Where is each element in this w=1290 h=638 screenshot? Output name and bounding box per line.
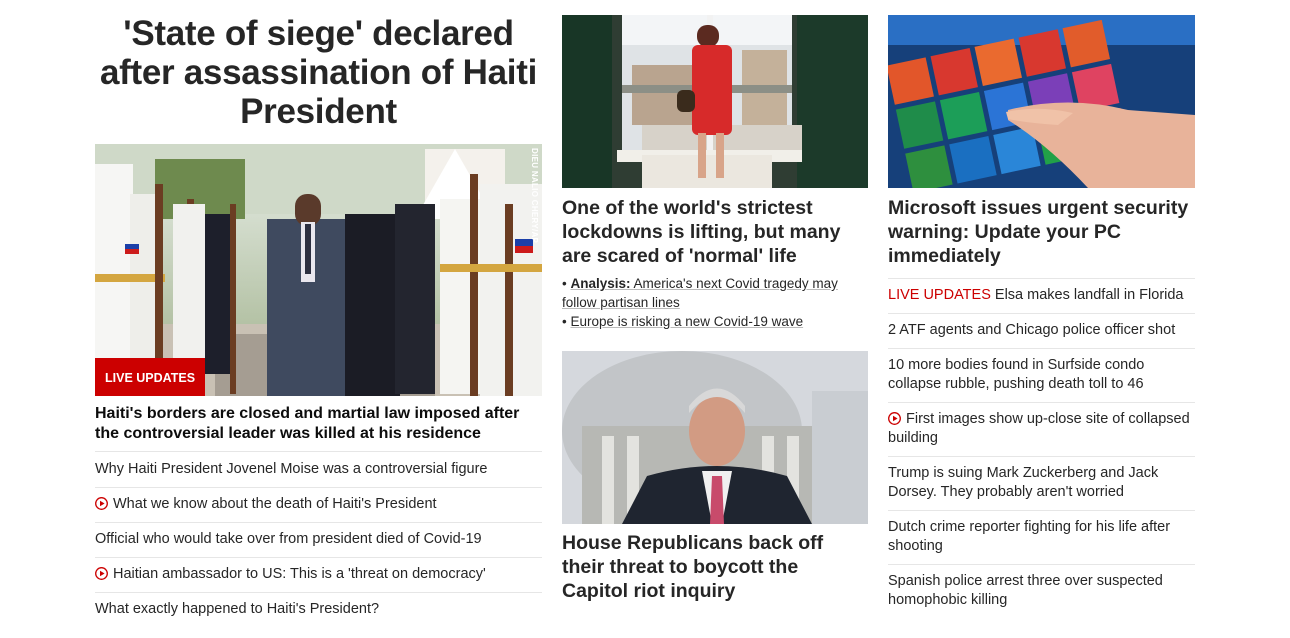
headlines-list: LIVE UPDATES Elsa makes landfall in Flor… <box>888 278 1195 618</box>
related-link[interactable]: Why Haiti President Jovenel Moise was a … <box>95 461 487 477</box>
list-item: Haitian ambassador to US: This is a 'thr… <box>95 557 542 592</box>
capitol-photo[interactable] <box>562 351 868 524</box>
play-icon <box>888 412 901 425</box>
right-column: Microsoft issues urgent security warning… <box>888 0 1195 618</box>
list-item: LIVE UPDATES Elsa makes landfall in Flor… <box>888 278 1195 313</box>
lockdown-sub-links: • Analysis: America's next Covid tragedy… <box>562 274 868 331</box>
headline-link[interactable]: 2 ATF agents and Chicago police officer … <box>888 322 1175 338</box>
headline-link[interactable]: First images show up-close site of colla… <box>888 411 1190 446</box>
capitol-photo-graphic <box>562 351 868 524</box>
microsoft-photo[interactable] <box>888 15 1195 188</box>
lockdown-photo[interactable] <box>562 15 868 188</box>
related-stories-list: Why Haiti President Jovenel Moise was a … <box>95 451 542 627</box>
main-story-column: 'State of siege' declared after assassin… <box>95 0 542 627</box>
analysis-link[interactable]: Analysis: America's next Covid tragedy m… <box>562 276 838 310</box>
microsoft-headline[interactable]: Microsoft issues urgent security warning… <box>888 196 1195 268</box>
capitol-headline[interactable]: House Republicans back off their threat … <box>562 531 868 603</box>
list-item: Trump is suing Mark Zuckerberg and Jack … <box>888 456 1195 510</box>
headline-link[interactable]: Trump is suing Mark Zuckerberg and Jack … <box>888 465 1158 500</box>
microsoft-photo-graphic <box>888 15 1195 188</box>
headline-link[interactable]: LIVE UPDATES Elsa makes landfall in Flor… <box>888 287 1184 303</box>
list-item: 10 more bodies found in Surfside condo c… <box>888 348 1195 402</box>
related-link[interactable]: Haitian ambassador to US: This is a 'thr… <box>113 566 486 582</box>
headline-link[interactable]: Spanish police arrest three over suspect… <box>888 573 1163 608</box>
headline-link[interactable]: Dutch crime reporter fighting for his li… <box>888 519 1170 554</box>
banner-headline[interactable]: 'State of siege' declared after assassin… <box>95 14 542 131</box>
live-updates-label: LIVE UPDATES <box>888 287 991 303</box>
live-updates-badge[interactable]: LIVE UPDATES <box>95 358 206 396</box>
list-item: Spanish police arrest three over suspect… <box>888 564 1195 618</box>
list-item: What exactly happened to Haiti's Preside… <box>95 592 542 627</box>
related-link[interactable]: What exactly happened to Haiti's Preside… <box>95 601 379 617</box>
lockdown-photo-graphic <box>562 15 868 188</box>
list-item: • Analysis: America's next Covid tragedy… <box>562 276 838 310</box>
list-item: Official who would take over from presid… <box>95 522 542 557</box>
headline-text: Elsa makes landfall in Florida <box>994 287 1184 303</box>
related-link[interactable]: Official who would take over from presid… <box>95 531 482 547</box>
headline-link[interactable]: 10 more bodies found in Surfside condo c… <box>888 357 1144 392</box>
list-item: What we know about the death of Haiti's … <box>95 487 542 522</box>
list-item: Dutch crime reporter fighting for his li… <box>888 510 1195 564</box>
lockdown-headline[interactable]: One of the world's strictest lockdowns i… <box>562 196 868 268</box>
covid-wave-link[interactable]: Europe is risking a new Covid-19 wave <box>570 314 803 329</box>
main-story-caption[interactable]: Haiti's borders are closed and martial l… <box>95 404 542 444</box>
list-item: 2 ATF agents and Chicago police officer … <box>888 313 1195 348</box>
middle-column: One of the world's strictest lockdowns i… <box>562 0 868 602</box>
haiti-president-photo[interactable]: DIEU NALIO CHERY/AP LIVE UPDATES <box>95 144 542 396</box>
list-item: • Europe is risking a new Covid-19 wave <box>562 314 804 329</box>
list-item: Why Haiti President Jovenel Moise was a … <box>95 451 542 487</box>
related-link[interactable]: What we know about the death of Haiti's … <box>113 496 437 512</box>
list-item: First images show up-close site of colla… <box>888 402 1195 456</box>
play-icon <box>95 497 108 510</box>
photo-credit: DIEU NALIO CHERY/AP <box>530 148 539 244</box>
play-icon <box>95 567 108 580</box>
analysis-label: Analysis: <box>570 276 631 291</box>
